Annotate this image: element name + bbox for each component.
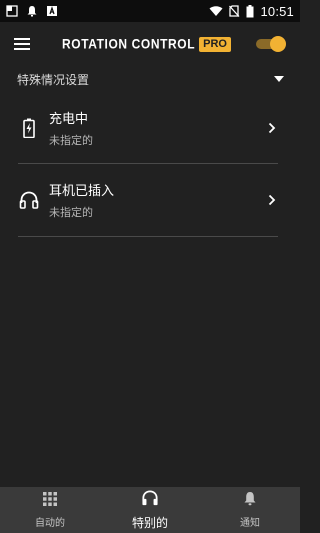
row-text: 耳机已插入 未指定的	[49, 180, 114, 220]
list-item-title: 耳机已插入	[49, 184, 115, 199]
nav-item-special[interactable]: 特别的	[100, 487, 200, 533]
nav-item-auto[interactable]: 自动的	[0, 487, 100, 533]
nav-label-auto: 自动的	[35, 518, 65, 529]
status-left	[6, 5, 58, 17]
list-item-headphones[interactable]: 耳机已插入 未指定的	[17, 170, 300, 230]
headphones-icon	[141, 489, 159, 510]
toggle-thumb	[270, 36, 286, 52]
caret-down-icon	[274, 76, 284, 82]
status-right: 10:51	[209, 4, 294, 19]
list-item-subtitle: 未指定的	[49, 206, 93, 219]
gallery-icon	[6, 5, 18, 17]
status-bar: 10:51	[0, 0, 300, 22]
app-bar: ROTATION CONTROL PRO	[0, 22, 300, 66]
list-item-charging[interactable]: 充电中 未指定的	[17, 98, 300, 158]
app-screen: 10:51 ROTATION CONTROL PRO 特殊情况设置 充电中 未指…	[0, 0, 300, 533]
wifi-icon	[209, 5, 223, 17]
headphones-icon	[17, 191, 41, 209]
app-notification-icon	[46, 5, 58, 17]
logo-pro-badge: PRO	[199, 36, 231, 52]
app-logo: ROTATION CONTROL PRO	[62, 35, 231, 53]
master-toggle[interactable]	[256, 35, 286, 53]
chevron-right-icon	[268, 194, 276, 206]
grid-icon	[43, 491, 57, 510]
battery-charging-icon	[17, 118, 41, 138]
no-sim-icon	[229, 5, 240, 17]
chevron-right-icon	[268, 122, 276, 134]
divider	[18, 163, 278, 164]
section-title: 特殊情况设置	[17, 72, 90, 87]
menu-icon[interactable]	[14, 33, 36, 55]
nav-label-notify: 通知	[240, 518, 260, 529]
nav-label-special: 特别的	[131, 515, 168, 530]
bottom-nav: 自动的 特别的 通知	[0, 487, 300, 533]
section-header-special-conditions[interactable]: 特殊情况设置	[0, 66, 300, 92]
list-item-subtitle: 未指定的	[49, 134, 93, 147]
logo-text: ROTATION CONTROL	[62, 35, 196, 53]
status-time: 10:51	[260, 3, 294, 19]
battery-icon	[246, 4, 254, 18]
bell-icon	[243, 491, 257, 510]
notification-bell-icon	[26, 5, 38, 17]
nav-item-notify[interactable]: 通知	[200, 487, 300, 533]
list-item-title: 充电中	[49, 112, 89, 127]
row-text: 充电中 未指定的	[49, 108, 93, 148]
divider	[18, 236, 278, 237]
